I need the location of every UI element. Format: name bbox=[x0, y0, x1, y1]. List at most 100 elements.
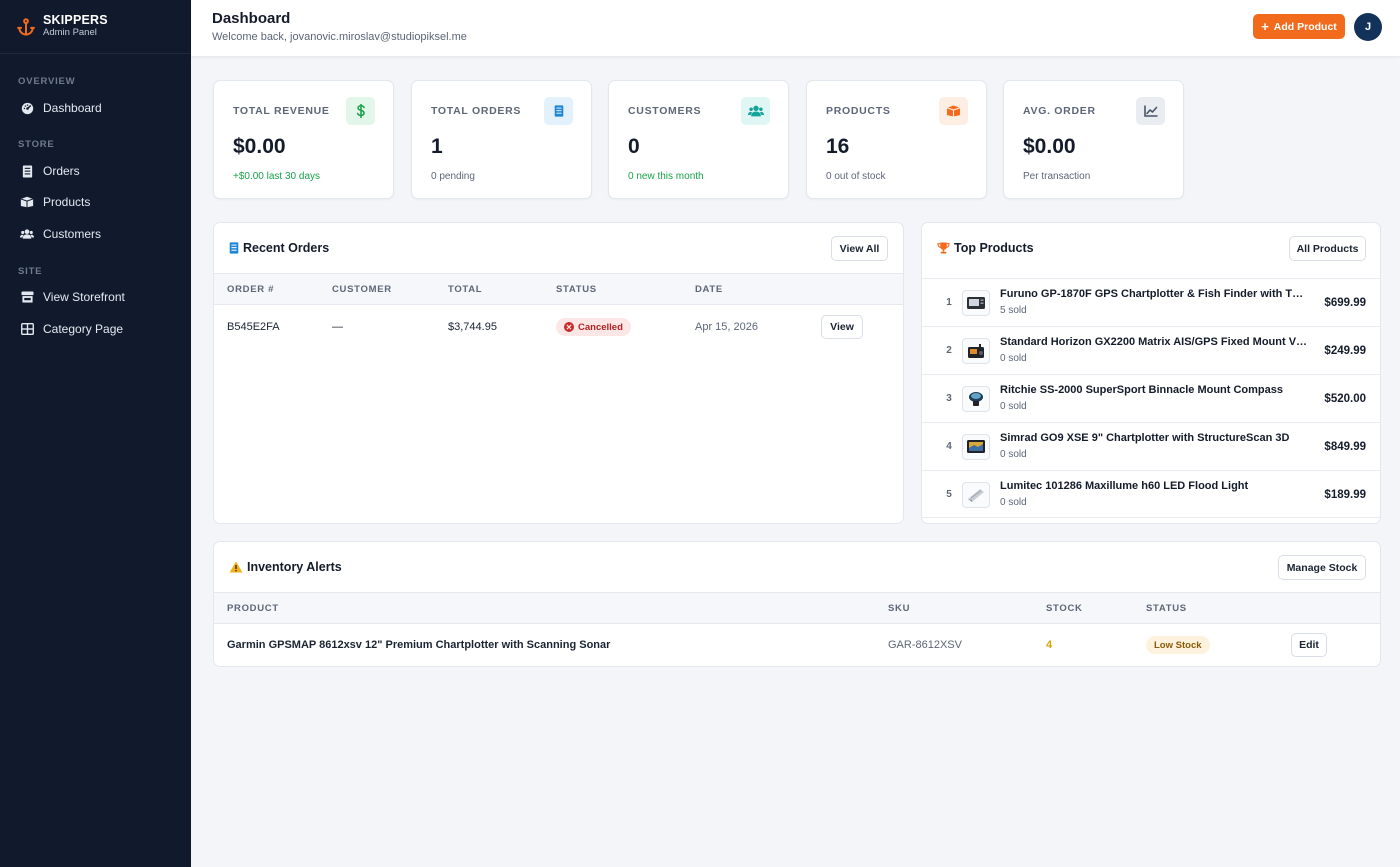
top-products-title-text: Top Products bbox=[954, 241, 1034, 255]
order-customer: — bbox=[332, 321, 343, 333]
nav-section-site: SITE bbox=[18, 266, 43, 277]
sidebar-item-category-page[interactable]: Category Page bbox=[10, 315, 180, 343]
inventory-stock: 4 bbox=[1046, 639, 1053, 651]
list-item[interactable]: 2 Standard Horizon GX2200 Matrix AIS/GPS… bbox=[922, 326, 1380, 374]
recent-orders-title-text: Recent Orders bbox=[243, 241, 330, 255]
product-name: Lumitec 101286 Maxillume h60 LED Flood L… bbox=[1000, 480, 1249, 492]
stat-sub: 0 out of stock bbox=[826, 171, 886, 182]
top-products-title: Top Products bbox=[937, 241, 1034, 255]
inventory-sku: GAR-8612XSV bbox=[888, 639, 962, 651]
brand[interactable]: SKIPPERS Admin Panel bbox=[0, 0, 191, 54]
box-icon bbox=[939, 97, 968, 125]
column-header: STOCK bbox=[1046, 603, 1083, 614]
product-sold: 0 sold bbox=[1000, 449, 1027, 460]
sidebar-item-label: Customers bbox=[43, 227, 102, 241]
column-header: DATE bbox=[695, 284, 723, 295]
list-item[interactable]: 5 Lumitec 101286 Maxillume h60 LED Flood… bbox=[922, 470, 1380, 518]
inventory-alerts-title-text: Inventory Alerts bbox=[247, 560, 342, 574]
list-item[interactable]: 4 Simrad GO9 XSE 9" Chartplotter with St… bbox=[922, 422, 1380, 470]
stat-sub: 0 pending bbox=[431, 171, 475, 182]
stat-sub: +$0.00 last 30 days bbox=[233, 171, 321, 182]
nav-section-store: STORE bbox=[18, 139, 55, 150]
users-icon bbox=[20, 227, 34, 241]
product-price: $699.99 bbox=[1324, 297, 1366, 309]
status-badge: ✕ Cancelled bbox=[556, 318, 631, 336]
product-name: Ritchie SS-2000 SuperSport Binnacle Moun… bbox=[1000, 384, 1284, 396]
receipt-icon bbox=[229, 242, 239, 254]
product-name: Furuno GP-1870F GPS Chartplotter & Fish … bbox=[1000, 288, 1309, 300]
stat-sub: 0 new this month bbox=[628, 171, 704, 182]
stat-card-products: PRODUCTS 16 0 out of stock bbox=[806, 80, 987, 199]
plus-icon: + bbox=[1261, 19, 1269, 34]
add-product-button[interactable]: + Add Product bbox=[1253, 14, 1345, 39]
add-product-label: Add Product bbox=[1273, 20, 1337, 33]
sidebar-item-label: Dashboard bbox=[43, 101, 102, 115]
product-name: Simrad GO9 XSE 9" Chartplotter with Stru… bbox=[1000, 432, 1290, 444]
inventory-table-header: PRODUCT SKU STOCK STATUS bbox=[214, 592, 1380, 624]
product-sold: 5 sold bbox=[1000, 305, 1027, 316]
order-number: B545E2FA bbox=[227, 321, 280, 333]
product-rank: 4 bbox=[946, 441, 952, 452]
x-circle-icon: ✕ bbox=[564, 322, 574, 332]
stat-value: $0.00 bbox=[233, 135, 286, 158]
top-products-panel: Top Products All Products 1 Furuno GP-18… bbox=[921, 222, 1381, 524]
box-icon bbox=[20, 195, 34, 209]
view-all-button[interactable]: View All bbox=[831, 236, 888, 261]
trophy-icon bbox=[937, 242, 950, 254]
stat-label: AVG. ORDER bbox=[1023, 105, 1096, 117]
page-title: Dashboard bbox=[212, 10, 291, 27]
stat-card-customers: CUSTOMERS 0 0 new this month bbox=[608, 80, 789, 199]
sidebar-item-label: Category Page bbox=[43, 322, 124, 336]
product-name: Standard Horizon GX2200 Matrix AIS/GPS F… bbox=[1000, 336, 1309, 348]
status-badge: Low Stock bbox=[1146, 636, 1210, 654]
product-thumbnail bbox=[962, 386, 990, 412]
all-products-button[interactable]: All Products bbox=[1289, 236, 1366, 261]
column-header: PRODUCT bbox=[227, 603, 279, 614]
stat-value: 0 bbox=[628, 135, 640, 158]
stat-label: TOTAL ORDERS bbox=[431, 105, 522, 117]
stat-label: TOTAL REVENUE bbox=[233, 105, 330, 117]
column-header: ORDER # bbox=[227, 284, 275, 295]
edit-button[interactable]: Edit bbox=[1291, 633, 1327, 657]
list-item[interactable]: 1 Furuno GP-1870F GPS Chartplotter & Fis… bbox=[922, 278, 1380, 326]
sidebar-item-orders[interactable]: Orders bbox=[10, 157, 180, 185]
sidebar-item-dashboard[interactable]: Dashboard bbox=[10, 94, 180, 122]
sidebar-item-view-storefront[interactable]: View Storefront bbox=[10, 283, 180, 311]
table-row: Garmin GPSMAP 8612xsv 12" Premium Chartp… bbox=[214, 624, 1380, 666]
column-header: STATUS bbox=[1146, 603, 1187, 614]
product-rank: 3 bbox=[946, 393, 952, 404]
product-rank: 5 bbox=[946, 489, 952, 500]
inventory-product: Garmin GPSMAP 8612xsv 12" Premium Chartp… bbox=[227, 639, 611, 651]
column-header: STATUS bbox=[556, 284, 597, 295]
users-icon bbox=[741, 97, 770, 125]
sidebar-item-products[interactable]: Products bbox=[10, 188, 180, 216]
stat-label: CUSTOMERS bbox=[628, 105, 702, 117]
sidebar-item-label: View Storefront bbox=[43, 290, 125, 304]
list-item[interactable]: 3 Ritchie SS-2000 SuperSport Binnacle Mo… bbox=[922, 374, 1380, 422]
dollar-icon bbox=[346, 97, 375, 125]
brand-name: SKIPPERS bbox=[43, 13, 108, 27]
stat-value: 1 bbox=[431, 135, 443, 158]
store-icon bbox=[20, 290, 34, 304]
product-sold: 0 sold bbox=[1000, 353, 1027, 364]
avatar[interactable]: J bbox=[1354, 13, 1382, 41]
product-rank: 1 bbox=[946, 297, 952, 308]
receipt-icon bbox=[544, 97, 573, 125]
order-date: Apr 15, 2026 bbox=[695, 321, 758, 333]
recent-orders-panel: Recent Orders View All ORDER # CUSTOMER … bbox=[213, 222, 904, 524]
sidebar-item-label: Products bbox=[43, 195, 91, 209]
table-row: B545E2FA — $3,744.95 ✕ Cancelled Apr 15,… bbox=[214, 305, 903, 349]
view-order-button[interactable]: View bbox=[821, 315, 863, 339]
recent-orders-title: Recent Orders bbox=[229, 241, 329, 255]
chart-line-icon bbox=[1136, 97, 1165, 125]
product-thumbnail bbox=[962, 482, 990, 508]
gauge-icon bbox=[20, 101, 34, 115]
stat-card-total-orders: TOTAL ORDERS 1 0 pending bbox=[411, 80, 592, 199]
product-thumbnail bbox=[962, 290, 990, 316]
product-sold: 0 sold bbox=[1000, 497, 1027, 508]
product-thumbnail bbox=[962, 338, 990, 364]
order-total: $3,744.95 bbox=[448, 321, 497, 333]
product-price: $189.99 bbox=[1324, 489, 1366, 501]
manage-stock-button[interactable]: Manage Stock bbox=[1278, 555, 1366, 580]
sidebar-item-customers[interactable]: Customers bbox=[10, 220, 180, 248]
